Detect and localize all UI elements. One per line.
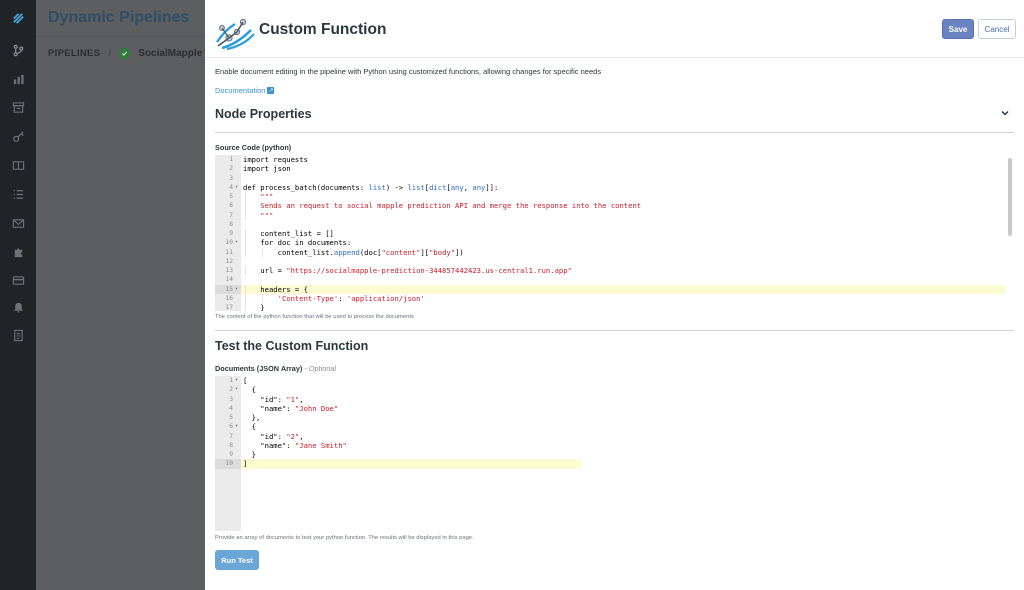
fold-toggle-icon[interactable]: ▾ (235, 422, 240, 431)
line-number: 2 (229, 165, 233, 173)
documents-label: Documents (JSON Array) - Optional (215, 364, 336, 373)
code-line: content_list.append(doc["content"]["body… (243, 247, 464, 257)
run-test-button[interactable]: Run Test (215, 550, 259, 570)
chart-icon[interactable] (11, 72, 25, 86)
logo-icon (216, 18, 255, 51)
line-number: 14 (225, 276, 233, 284)
fold-toggle-icon[interactable]: ▾ (235, 285, 240, 294)
code-line: "name": "Jane Smith" (243, 440, 347, 450)
left-nav-rail (0, 0, 36, 590)
fold-toggle-icon[interactable]: ▾ (235, 385, 240, 394)
save-button[interactable]: Save (942, 19, 974, 39)
line-number: 7 (229, 432, 233, 440)
line-number: 9 (229, 230, 233, 237)
line-number: 10 (225, 460, 233, 468)
section-divider (215, 330, 1014, 331)
code-line: """ (243, 192, 274, 201)
puzzle-icon[interactable] (11, 245, 25, 259)
active-line-highlight (241, 284, 1005, 294)
code-line: { (243, 422, 256, 432)
logo-icon[interactable] (11, 11, 25, 25)
documents-help: Provide an array of documents to test yo… (215, 535, 474, 541)
list-icon[interactable] (11, 187, 25, 201)
external-link-icon[interactable]: ↗ (267, 87, 275, 94)
fold-toggle-icon[interactable]: ▾ (235, 183, 240, 192)
code-line: Sends an request to social mapple predic… (243, 201, 642, 211)
line-number: 9 (229, 451, 233, 458)
custom-function-panel: Custom Function Save Cancel Enable docum… (205, 0, 1024, 590)
panel-description: Enable document editing in the pipeline … (215, 67, 602, 76)
code-line: """ (243, 210, 274, 220)
active-line-highlight (241, 459, 581, 469)
code-line: }, (243, 413, 261, 422)
line-number: 5 (229, 193, 233, 200)
breadcrumb-separator: / (108, 48, 112, 59)
code-line: "id": "1", (243, 394, 304, 404)
code-line: { (243, 385, 256, 395)
alert-icon[interactable] (11, 300, 25, 314)
divider (36, 36, 206, 37)
optional-tag: - Optional (304, 364, 336, 373)
line-number: 12 (225, 257, 233, 265)
documentation-link-label[interactable]: Documentation (215, 86, 265, 95)
archive-icon[interactable] (11, 100, 25, 114)
line-number: 5 (229, 414, 233, 421)
test-function-title: Test the Custom Function (215, 339, 369, 353)
documentation-link[interactable]: Documentation ↗ (215, 86, 275, 95)
line-number: 11 (225, 248, 233, 256)
code-line: headers = { (243, 284, 308, 294)
code-line: def process_batch(documents: list) -> li… (243, 182, 499, 192)
card-icon[interactable] (11, 273, 25, 287)
code-line: import requests (243, 155, 308, 164)
code-line: } (243, 303, 265, 311)
line-number: 17 (225, 304, 233, 311)
key-icon[interactable] (11, 129, 25, 143)
check-icon (119, 48, 131, 59)
code-line: content_list = [] (243, 229, 334, 238)
code-line: 'Content-Type': 'application/json' (277, 293, 425, 303)
code-line: import json (243, 164, 291, 174)
line-number: 1 (229, 156, 233, 163)
documents-label-text: Documents (JSON Array) (215, 364, 303, 373)
panel-title: Custom Function (259, 21, 387, 38)
node-properties-title: Node Properties (215, 107, 312, 121)
code-line: for doc in documents: (243, 238, 352, 248)
line-number: 7 (229, 211, 233, 219)
document-icon[interactable] (11, 328, 25, 342)
breadcrumb: PIPELINES / SocialMapple Pipe (48, 48, 226, 59)
cancel-button[interactable]: Cancel (978, 19, 1016, 39)
section-divider (215, 132, 1014, 133)
pipeline-icon[interactable] (11, 43, 25, 57)
source-code-label: Source Code (python) (215, 143, 292, 152)
editor-scrollbar[interactable] (1008, 158, 1012, 236)
mail-icon[interactable] (11, 216, 25, 230)
code-line: "name": "John Doe" (243, 403, 339, 413)
code-line: [ (243, 376, 248, 385)
header-divider (205, 57, 1024, 58)
chevron-down-icon[interactable] (1000, 108, 1010, 118)
app-title: Dynamic Pipelines (48, 9, 190, 26)
documents-editor[interactable]: 1 ▾[2 ▾ {3 "id": "1", 4 "name": "John Doe" 5… (215, 376, 609, 531)
code-line: } (243, 450, 256, 459)
source-code-help: The content of the python function that … (215, 314, 414, 320)
code-line: "id": "2", (243, 431, 304, 441)
line-number: 3 (229, 395, 233, 403)
line-number: 4 (229, 404, 233, 412)
fold-toggle-icon[interactable]: ▾ (235, 238, 240, 247)
code-line: url = "https://socialmapple-prediction-3… (243, 266, 572, 275)
line-number: 8 (229, 441, 233, 449)
line-number: 13 (225, 267, 233, 274)
line-number: 16 (225, 294, 233, 302)
book-icon[interactable] (11, 158, 25, 172)
breadcrumb-root[interactable]: PIPELINES (48, 48, 100, 59)
code-line: ] (243, 459, 248, 469)
fold-toggle-icon[interactable]: ▾ (235, 376, 240, 385)
line-number: 6 (229, 202, 233, 210)
line-number: 8 (229, 220, 233, 228)
source-code-editor[interactable]: 1 import requests 2 import json 3 4 ▾ def proce… (215, 155, 1014, 311)
line-number: 3 (229, 174, 233, 182)
